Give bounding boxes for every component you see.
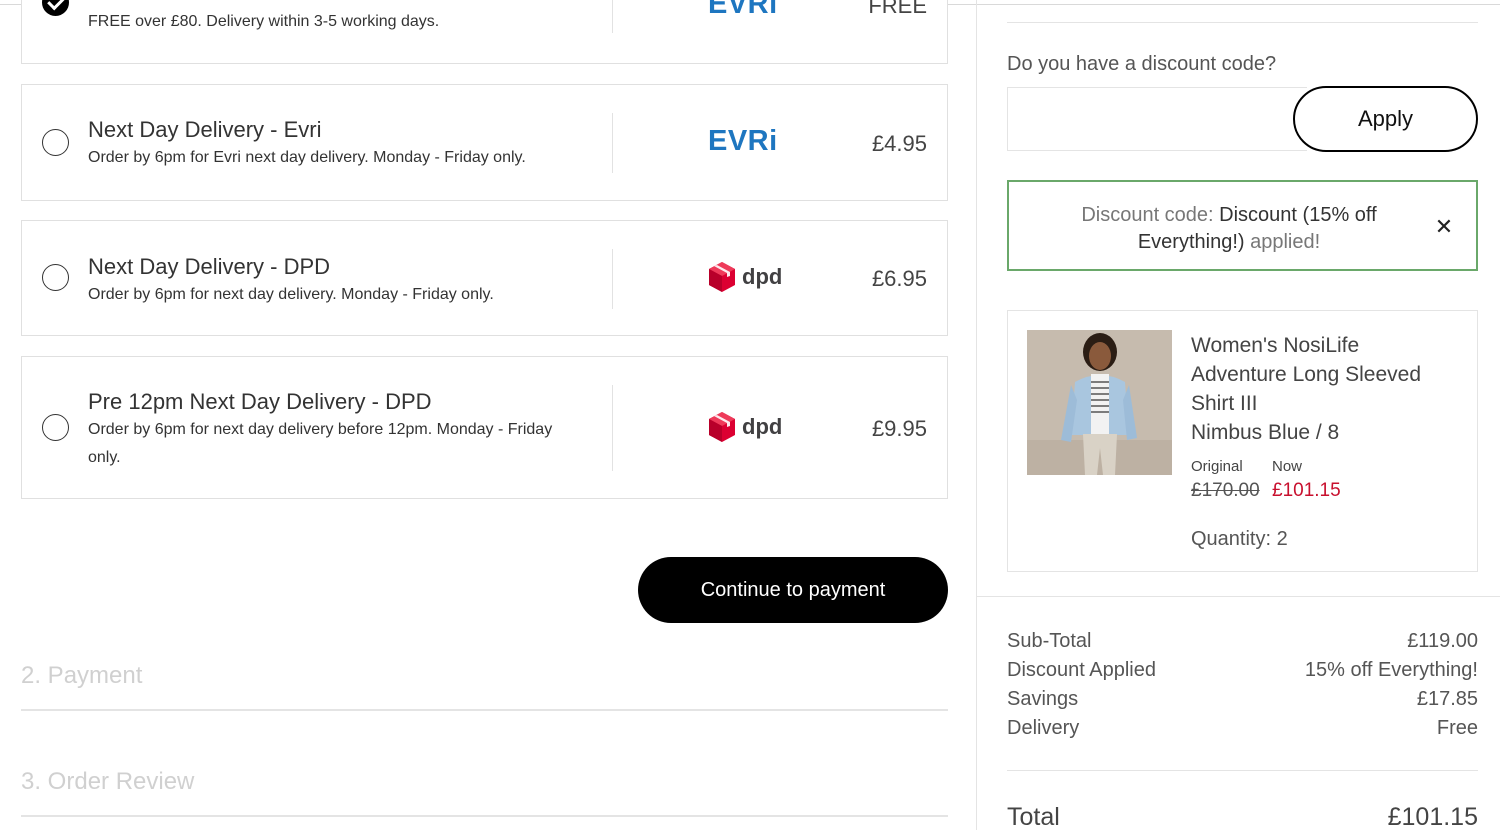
- option-description: Order by 6pm for next day delivery befor…: [88, 421, 553, 466]
- dpd-cube-icon: [709, 412, 735, 442]
- dpd-wordmark: dpd: [742, 264, 783, 289]
- option-price: FREE: [868, 0, 927, 18]
- delivery-value: Free: [1436, 717, 1478, 739]
- delivery-option-next-day-evri[interactable]: Next Day Delivery - Evri Order by 6pm fo…: [21, 84, 948, 201]
- discount-applied-label: Discount Applied: [1007, 659, 1156, 681]
- discount-code-label: Do you have a discount code?: [1007, 53, 1277, 75]
- discount-applied-value: 15% off Everything!: [1304, 659, 1478, 681]
- evri-logo-icon: EVRi: [708, 0, 778, 20]
- option-description: Order by 6pm for next day delivery. Mond…: [88, 286, 494, 303]
- delivery-option-standard[interactable]: FREE over £80. Delivery within 3-5 worki…: [21, 0, 948, 64]
- close-icon[interactable]: ✕: [1432, 216, 1456, 240]
- total-divider: [1007, 770, 1478, 771]
- dpd-cube-icon: [709, 262, 735, 292]
- option-description: FREE over £80. Delivery within 3-5 worki…: [88, 13, 440, 30]
- option-price: £9.95: [871, 416, 927, 441]
- delivery-option-pre-12-dpd[interactable]: Pre 12pm Next Day Delivery - DPD Order b…: [21, 356, 948, 499]
- option-divider: [612, 385, 613, 471]
- step-payment-heading[interactable]: 2. Payment: [21, 662, 142, 690]
- option-price: £4.95: [871, 131, 927, 156]
- radio-icon[interactable]: [42, 264, 69, 291]
- radio-icon[interactable]: [42, 414, 69, 441]
- total-label: Total: [1007, 803, 1060, 830]
- applied-prefix: Discount code:: [1081, 204, 1214, 226]
- product-name[interactable]: Women's NosiLife Adventure Long Sleeved …: [1191, 331, 1441, 447]
- subtotal-value: £119.00: [1407, 630, 1478, 652]
- step-divider: [21, 709, 948, 711]
- savings-value: £17.85: [1416, 688, 1478, 710]
- now-price: £101.15: [1272, 480, 1341, 501]
- total-value: £101.15: [1387, 803, 1478, 830]
- option-price: £6.95: [871, 266, 927, 291]
- right-top-divider: [1007, 22, 1478, 23]
- product-title[interactable]: Women's NosiLife Adventure Long Sleeved …: [1191, 331, 1441, 418]
- option-title: Next Day Delivery - DPD: [88, 254, 331, 279]
- evri-logo-icon: EVRi: [708, 125, 778, 157]
- radio-icon[interactable]: [42, 129, 69, 156]
- option-divider: [612, 249, 613, 309]
- savings-row: Savings £17.85: [1007, 688, 1478, 711]
- discount-row: Discount Applied 15% off Everything!: [1007, 659, 1478, 682]
- dpd-wordmark: dpd: [742, 414, 783, 439]
- option-divider: [612, 113, 613, 173]
- step-order-review-heading[interactable]: 3. Order Review: [21, 768, 194, 796]
- radio-checked-icon[interactable]: [42, 0, 69, 16]
- basket-item: Women's NosiLife Adventure Long Sleeved …: [1007, 310, 1478, 572]
- apply-discount-button[interactable]: Apply: [1293, 86, 1478, 152]
- option-title: Pre 12pm Next Day Delivery - DPD: [88, 389, 432, 414]
- original-price-label: Original: [1191, 458, 1243, 475]
- discount-applied-text: Discount code: Discount (15% off Everyth…: [1029, 202, 1429, 256]
- delivery-row: Delivery Free: [1007, 717, 1478, 740]
- total-row: Total £101.15: [1007, 803, 1478, 830]
- continue-to-payment-button[interactable]: Continue to payment: [638, 557, 948, 623]
- now-price-label: Now: [1272, 458, 1303, 475]
- product-variant: Nimbus Blue / 8: [1191, 421, 1340, 444]
- option-title: Next Day Delivery - Evri: [88, 117, 322, 142]
- delivery-option-next-day-dpd[interactable]: Next Day Delivery - DPD Order by 6pm for…: [21, 220, 948, 336]
- product-photo-icon: [1027, 330, 1172, 475]
- option-description: Order by 6pm for Evri next day delivery.…: [88, 149, 526, 166]
- dpd-logo: dpd: [708, 261, 782, 293]
- delivery-label: Delivery: [1007, 717, 1080, 739]
- item-quantity: Quantity: 2: [1191, 528, 1288, 550]
- option-divider: [612, 0, 613, 33]
- step-divider: [21, 815, 948, 817]
- original-price: £170.00: [1191, 480, 1260, 501]
- discount-code-input[interactable]: [1007, 87, 1307, 151]
- subtotal-row: Sub-Total £119.00: [1007, 630, 1478, 653]
- column-divider: [976, 0, 977, 830]
- dpd-logo: dpd: [708, 411, 782, 443]
- applied-suffix: applied!: [1250, 231, 1321, 253]
- subtotal-label: Sub-Total: [1007, 630, 1092, 652]
- summary-divider: [977, 596, 1500, 597]
- product-image[interactable]: [1027, 330, 1172, 475]
- savings-label: Savings: [1007, 688, 1079, 710]
- discount-applied-notice: Discount code: Discount (15% off Everyth…: [1007, 180, 1478, 271]
